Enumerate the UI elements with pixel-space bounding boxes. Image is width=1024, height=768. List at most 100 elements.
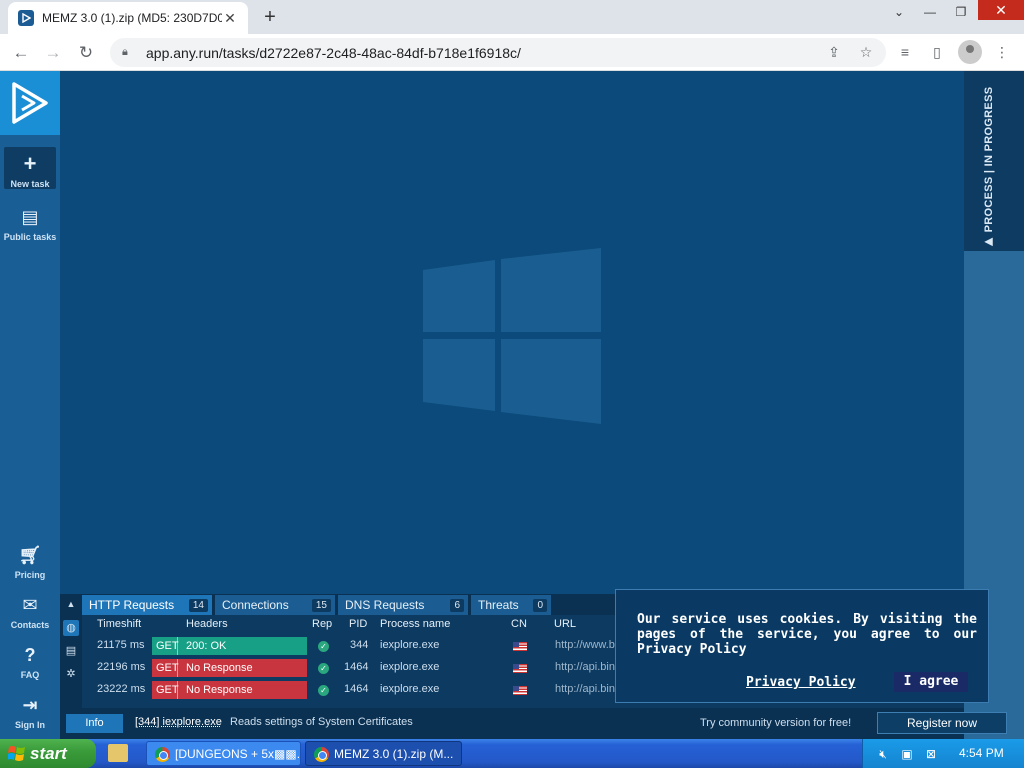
- status-label: No Response: [186, 684, 253, 696]
- taskbar-item-label: [DUNGEONS + 5x▩▩...: [175, 747, 301, 761]
- panel-icon-column: ◍ ▤ ✲: [60, 615, 82, 708]
- plus-icon: +: [23, 151, 37, 176]
- column-header: Process name: [380, 618, 451, 630]
- restore-icon[interactable]: ❐: [946, 0, 976, 24]
- network-error-icon[interactable]: ⊠: [923, 746, 939, 762]
- sidebar-item-new-task[interactable]: + New task: [4, 147, 56, 189]
- tab-label: DNS Requests: [345, 598, 425, 612]
- status-label: No Response: [186, 662, 253, 674]
- anyrun-logo[interactable]: [0, 71, 60, 135]
- new-tab-button[interactable]: +: [258, 5, 282, 29]
- start-button[interactable]: start: [0, 739, 96, 768]
- sidebar-item-contacts[interactable]: ✉ Contacts: [0, 595, 60, 630]
- method-label: GET: [152, 637, 179, 655]
- sidebar-item-pricing[interactable]: 🛒︎ Pricing: [0, 545, 60, 580]
- side-panel-icon[interactable]: ▯: [926, 41, 948, 63]
- sidebar-item-public-tasks[interactable]: ▤ Public tasks: [0, 207, 60, 242]
- tab-label: Connections: [222, 598, 289, 612]
- status-message: Reads settings of System Certificates: [230, 716, 413, 728]
- community-link[interactable]: Try community version for free!: [700, 717, 851, 729]
- process-status-label: ▶ PROCESS | IN PROGRESS: [982, 79, 1006, 249]
- browser-tab[interactable]: MEMZ 3.0 (1).zip (MD5: 230D7D0 ✕: [8, 2, 248, 34]
- tab-dns-requests[interactable]: DNS Requests 6: [338, 595, 468, 615]
- sidebar-item-label: Contacts: [10, 620, 50, 630]
- column-header: Headers: [186, 618, 228, 630]
- sidebar-item-label: Sign In: [15, 720, 45, 730]
- status-process-link[interactable]: [344] iexplore.exe: [135, 716, 222, 728]
- taskbar-item-dungeons[interactable]: [DUNGEONS + 5x▩▩...: [146, 741, 301, 766]
- process-status-text: PROCESS | IN PROGRESS: [983, 86, 995, 233]
- reload-icon[interactable]: ↻: [73, 40, 99, 66]
- globe-icon[interactable]: ◍: [63, 620, 79, 636]
- collapse-arrow-icon[interactable]: ▲: [60, 594, 82, 615]
- sidebar-item-label: Pricing: [14, 570, 46, 580]
- chrome-icon: [155, 747, 170, 762]
- info-button[interactable]: Info: [66, 714, 123, 733]
- minimize-icon[interactable]: —: [915, 0, 945, 24]
- file-icon[interactable]: ▤: [63, 643, 79, 659]
- cart-icon: 🛒︎: [18, 545, 42, 565]
- network-icon[interactable]: ▣: [899, 746, 915, 762]
- mail-icon: ✉: [22, 595, 38, 615]
- chrome-icon: [314, 747, 329, 762]
- folder-icon[interactable]: [108, 744, 128, 762]
- bookmark-star-icon[interactable]: ☆: [855, 41, 877, 63]
- start-label: start: [30, 744, 67, 763]
- tab-title: MEMZ 3.0 (1).zip (MD5: 230D7D0: [42, 11, 222, 25]
- sidebar-item-sign-in[interactable]: ⇥ Sign In: [0, 695, 60, 730]
- tab-label: Threats: [478, 598, 519, 612]
- tab-label: HTTP Requests: [89, 598, 175, 612]
- process-toggle[interactable]: ▶ PROCESS | IN PROGRESS: [964, 71, 1024, 251]
- back-icon[interactable]: ←: [8, 40, 34, 66]
- taskbar-item-label: MEMZ 3.0 (1).zip (M...: [334, 747, 454, 761]
- timeshift-cell: 23222 ms: [97, 683, 146, 695]
- column-header: PID: [349, 618, 368, 630]
- pid-cell: 1464: [344, 683, 369, 695]
- tab-threats[interactable]: Threats 0: [471, 595, 551, 615]
- tab-http-requests[interactable]: HTTP Requests 14: [82, 595, 212, 615]
- anyrun-favicon-icon: [18, 10, 34, 26]
- register-button[interactable]: Register now: [877, 712, 1007, 734]
- us-flag-icon: [513, 686, 527, 695]
- lock-icon: 🔒︎: [122, 46, 128, 58]
- headers-cell: GET 200: OK: [152, 637, 307, 655]
- sidebar-item-label: Public tasks: [3, 232, 57, 242]
- tab-count-badge: 15: [311, 599, 331, 612]
- sign-in-icon: ⇥: [22, 695, 38, 715]
- tab-connections[interactable]: Connections 15: [215, 595, 335, 615]
- profile-avatar[interactable]: [958, 40, 982, 64]
- status-label: 200: OK: [186, 640, 227, 652]
- rep-check-icon: ✓: [318, 685, 329, 696]
- pid-cell: 344: [350, 639, 369, 651]
- share-icon[interactable]: ⇪: [823, 41, 845, 63]
- clock: 4:54 PM: [959, 746, 1004, 760]
- media-icon[interactable]: ≡: [894, 41, 916, 63]
- taskbar-item-memz[interactable]: MEMZ 3.0 (1).zip (M...: [305, 741, 462, 766]
- tab-search-icon[interactable]: ⌄: [884, 0, 914, 24]
- sidebar-item-faq[interactable]: ? FAQ: [0, 645, 60, 680]
- sidebar-item-label: FAQ: [20, 670, 40, 680]
- volume-muted-icon[interactable]: 🔇︎: [875, 746, 891, 762]
- privacy-policy-link[interactable]: Privacy Policy: [746, 675, 856, 690]
- forward-icon[interactable]: →: [40, 40, 66, 66]
- process-cell: iexplore.exe: [380, 639, 440, 651]
- cookie-banner: Our service uses cookies. By visiting th…: [615, 589, 989, 703]
- tab-close-icon[interactable]: ✕: [222, 10, 238, 27]
- tab-count-badge: 6: [450, 599, 464, 612]
- windows-flag-icon: [8, 746, 25, 761]
- rep-check-icon: ✓: [318, 641, 329, 652]
- vm-desktop[interactable]: [60, 71, 964, 596]
- browser-titlebar: MEMZ 3.0 (1).zip (MD5: 230D7D0 ✕ + ⌄ — ❐…: [0, 0, 1024, 34]
- cookie-text: Our service uses cookies. By visiting th…: [637, 612, 977, 657]
- taskbar: start [DUNGEONS + 5x▩▩... MEMZ 3.0 (1).z…: [0, 739, 1024, 768]
- rep-check-icon: ✓: [318, 663, 329, 674]
- system-tray: 🔇︎ ▣ ⊠ 4:54 PM: [862, 739, 1024, 768]
- window-close-icon[interactable]: ✕: [978, 0, 1024, 20]
- agree-button[interactable]: I agree: [894, 672, 968, 692]
- timeshift-cell: 22196 ms: [97, 661, 146, 673]
- menu-dots-icon[interactable]: ⋮: [991, 41, 1013, 63]
- us-flag-icon: [513, 642, 527, 651]
- bug-icon[interactable]: ✲: [63, 666, 79, 682]
- url-field[interactable]: 🔒︎ app.any.run/tasks/d2722e87-2c48-48ac-…: [110, 38, 886, 67]
- question-icon: ?: [24, 645, 36, 665]
